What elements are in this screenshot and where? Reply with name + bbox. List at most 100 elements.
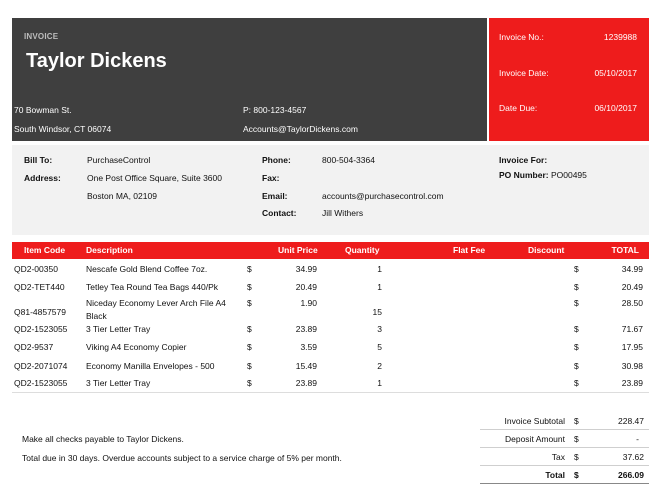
unit-price: 20.49 (295, 282, 317, 292)
table-row: QD2-1523055 3 Tier Letter Tray $23.89 3 $71.… (12, 324, 649, 340)
unit-price-currency: $ (247, 282, 252, 292)
invoice-date: 05/10/2017 (594, 68, 637, 78)
item-description: Tetley Tea Round Tea Bags 440/Pk (86, 282, 218, 292)
line-total: 71.67 (621, 324, 643, 334)
table-row: QD2-00350 Nescafe Gold Blend Coffee 7oz. $… (12, 264, 649, 280)
total-currency: $ (574, 282, 579, 292)
unit-price-currency: $ (247, 342, 252, 352)
due-date: 06/10/2017 (594, 103, 637, 113)
col-unit-price: Unit Price (278, 245, 318, 255)
col-item-code: Item Code (24, 245, 66, 255)
po-number: PO Number: PO00495 (499, 170, 587, 180)
deposit-label: Deposit Amount (504, 434, 565, 444)
total-currency: $ (574, 361, 579, 371)
company-email: Accounts@TaylorDickens.com (243, 124, 358, 134)
summary-divider (480, 447, 649, 448)
company-address-line2: South Windsor, CT 06074 (14, 124, 112, 134)
bill-to-value: PurchaseControl (87, 155, 151, 165)
unit-price-currency: $ (247, 324, 252, 334)
invoice-meta-panel: Invoice No.: 1239988 Invoice Date: 05/10… (489, 18, 649, 141)
col-total: TOTAL (611, 245, 639, 255)
item-description: 3 Tier Letter Tray (86, 324, 151, 334)
due-date-label: Date Due: (499, 103, 538, 113)
unit-price: 15.49 (295, 361, 317, 371)
line-total: 23.89 (621, 378, 643, 388)
email-label: Email: (262, 191, 288, 201)
item-description: Nescafe Gold Blend Coffee 7oz. (86, 264, 208, 274)
unit-price-currency: $ (247, 298, 252, 308)
deposit-value: - (636, 434, 639, 444)
item-code: QD2-00350 (14, 264, 58, 274)
item-code: QD2-1523055 (14, 378, 68, 388)
quantity: 2 (377, 361, 382, 371)
invoice-for-label: Invoice For: (499, 155, 548, 165)
unit-price-currency: $ (247, 264, 252, 274)
tax-value: 37.62 (622, 452, 644, 462)
unit-price-currency: $ (247, 378, 252, 388)
fax-label: Fax: (262, 173, 280, 183)
item-code: QD2-1523055 (14, 324, 68, 334)
unit-price: 34.99 (295, 264, 317, 274)
summary-divider (480, 483, 649, 484)
payment-note: Make all checks payable to Taylor Dicken… (22, 434, 184, 444)
total-label: Total (545, 470, 565, 480)
table-row: Q81-4857579 Niceday Economy Lever Arch Fi… (12, 298, 649, 324)
unit-price: 23.89 (295, 324, 317, 334)
subtotal-currency: $ (574, 416, 579, 426)
total-value: 266.09 (618, 470, 644, 480)
total-currency: $ (574, 378, 579, 388)
quantity: 1 (377, 264, 382, 274)
item-code: QD2-TET440 (14, 282, 65, 292)
items-table-header: Item Code Description Unit Price Quantit… (12, 242, 649, 259)
phone-value: 800-504-3364 (322, 155, 375, 165)
bill-to-section: Bill To: PurchaseControl Address: One Po… (12, 145, 649, 235)
invoice-label: INVOICE (24, 32, 59, 41)
bill-to-label: Bill To: (24, 155, 53, 165)
unit-price: 1.90 (300, 298, 317, 308)
address-label: Address: (24, 173, 61, 183)
col-flat-fee: Flat Fee (453, 245, 486, 255)
line-total: 20.49 (621, 282, 643, 292)
unit-price: 3.59 (300, 342, 317, 352)
col-quantity: Quantity (345, 245, 380, 255)
quantity: 1 (377, 378, 382, 388)
item-description-line2: Black (86, 311, 107, 321)
col-description: Description (86, 245, 133, 255)
quantity: 15 (372, 307, 382, 317)
line-total: 17.95 (621, 342, 643, 352)
email-value: accounts@purchasecontrol.com (322, 191, 444, 201)
item-code: QD2-9537 (14, 342, 54, 352)
item-description: 3 Tier Letter Tray (86, 378, 151, 388)
item-code: QD2-2071074 (14, 361, 68, 371)
invoice-date-label: Invoice Date: (499, 68, 549, 78)
quantity: 5 (377, 342, 382, 352)
item-description: Viking A4 Economy Copier (86, 342, 187, 352)
total-currency: $ (574, 324, 579, 334)
unit-price: 23.89 (295, 378, 317, 388)
table-row: QD2-2071074 Economy Manilla Envelopes - 5… (12, 361, 649, 377)
invoice-number: 1239988 (603, 32, 637, 42)
invoice-number-label: Invoice No.: (499, 32, 544, 42)
tax-currency: $ (574, 452, 579, 462)
item-code: Q81-4857579 (14, 307, 66, 317)
terms-note: Total due in 30 days. Overdue accounts s… (22, 453, 342, 463)
table-divider (12, 392, 649, 393)
total-currency: $ (574, 298, 579, 308)
total-currency: $ (574, 342, 579, 352)
company-address-line1: 70 Bowman St. (14, 105, 72, 115)
unit-price-currency: $ (247, 361, 252, 371)
item-description: Economy Manilla Envelopes - 500 (86, 361, 215, 371)
address-line2: Boston MA, 02109 (87, 191, 157, 201)
contact-value: Jill Withers (322, 208, 364, 218)
deposit-currency: $ (574, 434, 579, 444)
summary-divider (480, 465, 649, 466)
company-phone: P: 800-123-4567 (243, 105, 307, 115)
table-row: QD2-TET440 Tetley Tea Round Tea Bags 440/… (12, 282, 649, 298)
quantity: 3 (377, 324, 382, 334)
col-discount: Discount (528, 245, 565, 255)
quantity: 1 (377, 282, 382, 292)
line-total: 28.50 (621, 298, 643, 308)
company-name: Taylor Dickens (26, 50, 167, 72)
po-number-value: PO00495 (550, 170, 587, 180)
line-total: 30.98 (621, 361, 643, 371)
